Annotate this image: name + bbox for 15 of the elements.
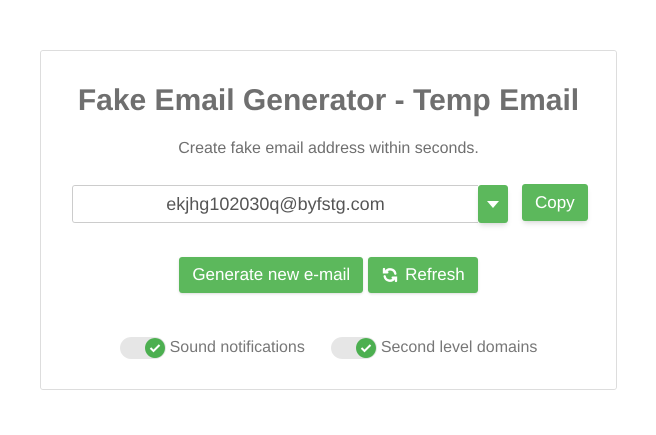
page-title: Fake Email Generator - Temp Email xyxy=(78,83,580,119)
dropdown-button[interactable] xyxy=(478,185,508,223)
check-icon xyxy=(148,343,161,353)
refresh-icon xyxy=(381,267,400,283)
toggle-label: Second level domains xyxy=(380,338,538,358)
email-field[interactable]: ekjhg102030q@byfstg.com xyxy=(72,185,478,223)
generate-button[interactable]: Generate new e-mail xyxy=(179,257,364,293)
subtitle: Create fake email address within seconds. xyxy=(178,139,479,159)
refresh-button[interactable]: Refresh xyxy=(368,257,478,293)
toggle-switch[interactable] xyxy=(120,337,166,359)
caret-icon xyxy=(487,200,499,208)
toggle-switch[interactable] xyxy=(330,337,377,359)
copy-button[interactable]: Copy xyxy=(522,184,588,221)
toggle-label: Sound notifications xyxy=(170,338,305,358)
check-icon xyxy=(360,343,372,353)
